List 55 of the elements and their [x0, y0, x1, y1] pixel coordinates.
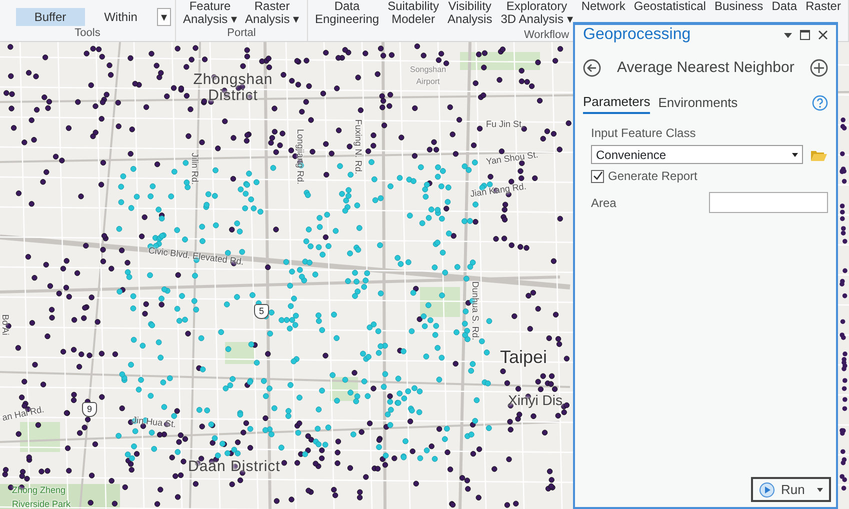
- text-field[interactable]: [709, 192, 828, 213]
- city-label: Taipei: [500, 346, 548, 369]
- gallery-more-button[interactable]: ▾: [157, 8, 171, 26]
- dropdown-field[interactable]: Convenience: [591, 145, 803, 164]
- road-shield: 5: [254, 304, 269, 319]
- street-label: Civic Blvd. Elevated Rd.: [148, 244, 244, 269]
- ribbon-button[interactable]: Raster: [802, 0, 844, 13]
- street-label: Jilin Rd.: [188, 152, 201, 185]
- poi-label: Songshan Airport: [408, 64, 448, 88]
- street-label: Yan Shou St.: [485, 148, 540, 169]
- close-icon[interactable]: [818, 30, 828, 40]
- street-label: Jin Hua St.: [131, 414, 177, 432]
- tab[interactable]: Environments: [658, 92, 738, 113]
- ribbon-button[interactable]: Feature Analysis ▾: [180, 0, 240, 26]
- district-label: Xinyi Dis: [508, 391, 562, 410]
- run-button[interactable]: Run: [751, 477, 831, 502]
- caret-icon[interactable]: [817, 488, 823, 492]
- checkbox-row[interactable]: Generate Report: [591, 167, 828, 185]
- pin-dropdown-icon[interactable]: [784, 32, 792, 38]
- help-icon[interactable]: [812, 94, 828, 111]
- street-label: Longjiang Rd.: [294, 128, 307, 185]
- street-label: Fuxing N. Rd.: [352, 119, 364, 174]
- tool-title: Average Nearest Neighbor: [617, 58, 794, 78]
- add-icon[interactable]: [810, 59, 828, 78]
- road-shield: 9: [82, 402, 97, 417]
- maximize-icon[interactable]: [800, 30, 810, 40]
- park-label: Zhong Zheng Riverside Park: [12, 484, 72, 509]
- street-label: Fu Jin St.: [486, 118, 524, 131]
- group-label: Workflow: [524, 28, 570, 41]
- street-label: Jian Kang Rd.: [469, 180, 528, 201]
- ribbon-button[interactable]: Data Engineering: [312, 0, 382, 26]
- group-label: Tools: [74, 26, 102, 41]
- ribbon-button[interactable]: Visibility Analysis: [444, 0, 496, 26]
- ribbon-button[interactable]: Exploratory 3D Analysis ▾: [498, 0, 576, 26]
- street-label: Bo Ai: [0, 314, 12, 336]
- ribbon-button[interactable]: Data: [768, 0, 800, 13]
- group-label: Portal: [226, 26, 257, 41]
- field-label: Input Feature Class: [591, 125, 697, 142]
- back-icon[interactable]: [583, 59, 601, 78]
- play-icon: [759, 482, 775, 498]
- caret-icon[interactable]: [792, 152, 798, 156]
- checkbox[interactable]: [591, 170, 604, 182]
- ribbon-button[interactable]: Buffer: [16, 8, 84, 26]
- ribbon-button[interactable]: Geostatistical: [630, 0, 709, 13]
- ribbon-button[interactable]: Within: [86, 8, 155, 26]
- tab[interactable]: Parameters: [583, 92, 650, 114]
- ribbon-button[interactable]: Business: [711, 0, 766, 13]
- ribbon-button[interactable]: Suitability Modeler: [384, 0, 442, 26]
- field-label: Area: [591, 194, 616, 212]
- street-label: Dunhua S. Rd.: [469, 281, 482, 340]
- ribbon-button[interactable]: Raster Analysis ▾: [242, 0, 302, 26]
- ribbon-button[interactable]: Network: [578, 0, 628, 13]
- street-label: an Hai Rd.: [1, 403, 46, 425]
- checkbox-label: Generate Report: [608, 168, 698, 185]
- panel-title: Geoprocessing: [583, 25, 691, 45]
